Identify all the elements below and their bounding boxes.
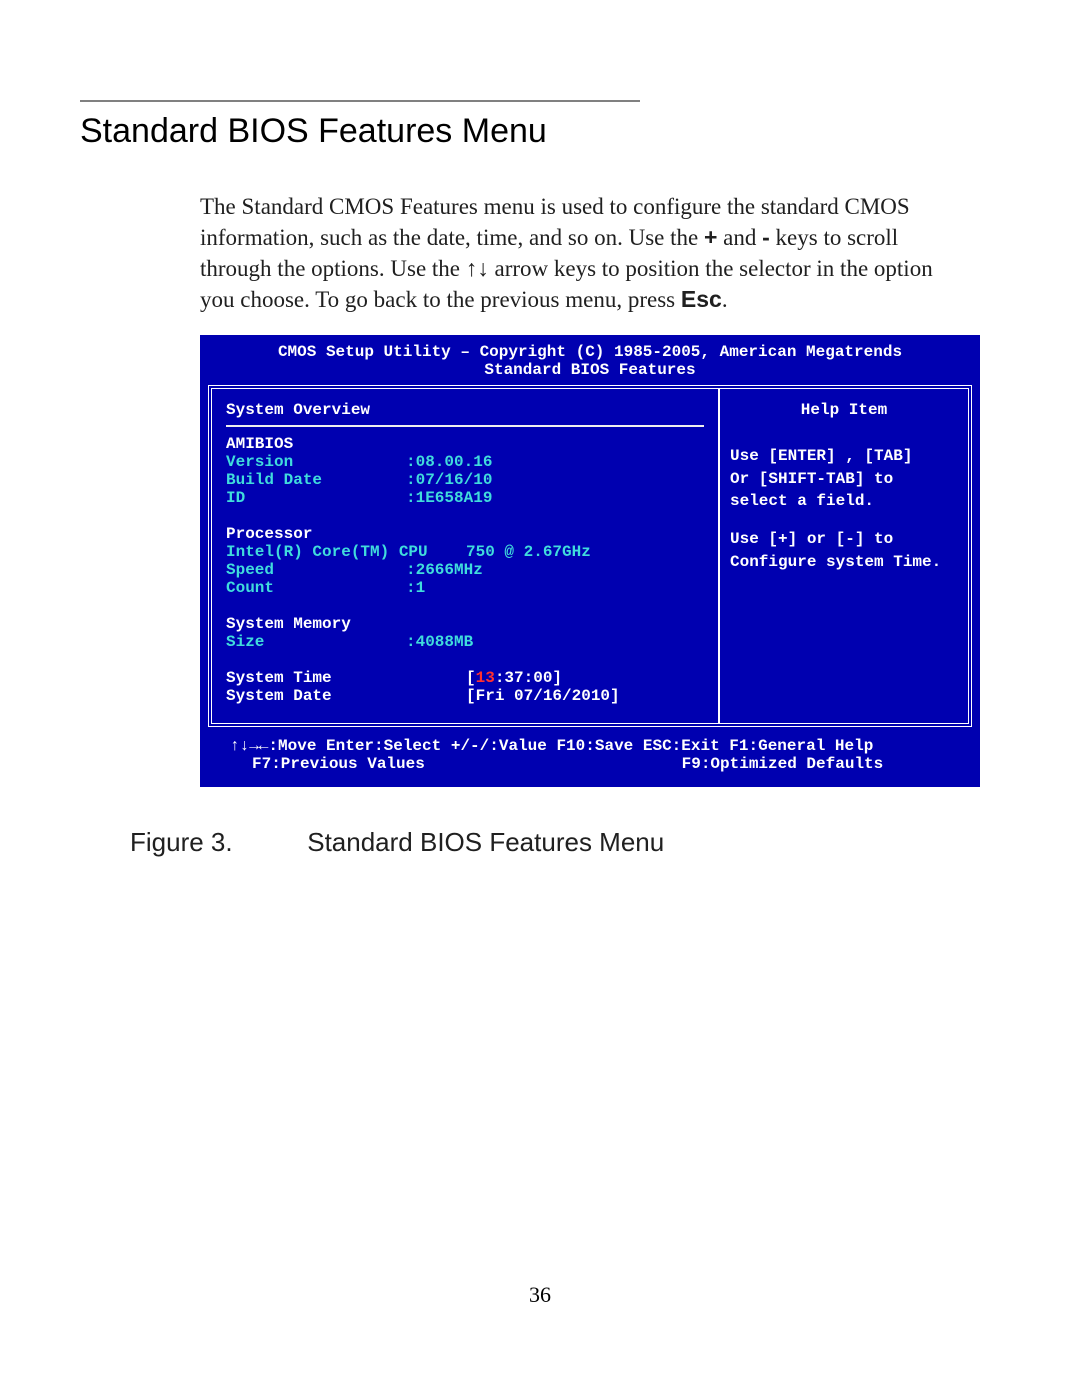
page-number: 36 bbox=[80, 1282, 1000, 1308]
speed-value: :2666MHz bbox=[406, 561, 483, 579]
id-value: :1E658A19 bbox=[406, 489, 492, 507]
intro-paragraph: The Standard CMOS Features menu is used … bbox=[200, 191, 960, 315]
system-overview-heading: System Overview bbox=[226, 401, 704, 419]
version-value: :08.00.16 bbox=[406, 453, 492, 471]
time-rest: :37:00 bbox=[495, 669, 553, 687]
bios-left-panel: System Overview AMIBIOS Version :08.00.1… bbox=[212, 389, 718, 723]
build-row: Build Date :07/16/10 bbox=[226, 471, 704, 489]
version-row: Version :08.00.16 bbox=[226, 453, 704, 471]
help-line-3: select a field. bbox=[730, 490, 958, 512]
cpu-label: Intel(R) Core(TM) CPU bbox=[226, 543, 466, 561]
figure-caption: Figure 3. Standard BIOS Features Menu bbox=[130, 827, 1000, 858]
help-line-5: Configure system Time. bbox=[730, 551, 958, 573]
spacer bbox=[226, 597, 704, 615]
help-line-1: Use [ENTER] , [TAB] bbox=[730, 445, 958, 467]
size-value: :4088MB bbox=[406, 633, 473, 651]
bios-help-panel: Help Item Use [ENTER] , [TAB] Or [SHIFT-… bbox=[718, 389, 968, 723]
spacer bbox=[226, 651, 704, 669]
system-time-value[interactable]: [13:37:00] bbox=[466, 669, 562, 687]
spacer bbox=[730, 512, 958, 528]
section-title: Standard BIOS Features Menu bbox=[80, 112, 1000, 151]
bios-inner: System Overview AMIBIOS Version :08.00.1… bbox=[208, 385, 972, 727]
esc-key: Esc bbox=[681, 286, 722, 312]
system-time-label: System Time bbox=[226, 669, 466, 687]
cpu-value: 750 @ 2.67GHz bbox=[466, 543, 591, 561]
figure-number: Figure 3. bbox=[130, 827, 300, 858]
footer-line1: ↑↓→←:Move Enter:Select +/-/:Value F10:Sa… bbox=[230, 737, 968, 755]
section-rule bbox=[80, 100, 640, 102]
minus-key: - bbox=[762, 224, 770, 250]
speed-label: Speed bbox=[226, 561, 406, 579]
figure-title: Standard BIOS Features Menu bbox=[307, 827, 664, 857]
help-line-4: Use [+] or [-] to bbox=[730, 528, 958, 550]
build-value: :07/16/10 bbox=[406, 471, 492, 489]
id-row: ID :1E658A19 bbox=[226, 489, 704, 507]
memory-heading: System Memory bbox=[226, 615, 704, 633]
system-date-value[interactable]: [Fri 07/16/2010] bbox=[466, 687, 620, 705]
bios-screen: CMOS Setup Utility – Copyright (C) 1985-… bbox=[200, 335, 980, 787]
bios-footer: ↑↓→←:Move Enter:Select +/-/:Value F10:Sa… bbox=[202, 727, 978, 785]
size-row: Size :4088MB bbox=[226, 633, 704, 651]
footer-line2: F7:Previous Values F9:Optimized Defaults bbox=[252, 755, 968, 773]
processor-heading: Processor bbox=[226, 525, 704, 543]
version-label: Version bbox=[226, 453, 406, 471]
count-value: :1 bbox=[406, 579, 425, 597]
help-line-2: Or [SHIFT-TAB] to bbox=[730, 468, 958, 490]
id-label: ID bbox=[226, 489, 406, 507]
para-frag-5: . bbox=[722, 287, 728, 312]
spacer bbox=[226, 507, 704, 525]
bios-header-line2: Standard BIOS Features bbox=[210, 361, 970, 379]
help-item-title: Help Item bbox=[730, 401, 958, 419]
system-date-label: System Date bbox=[226, 687, 466, 705]
count-label: Count bbox=[226, 579, 406, 597]
footer-f9: F9:Optimized Defaults bbox=[682, 755, 884, 773]
system-date-row[interactable]: System Date [Fri 07/16/2010] bbox=[226, 687, 704, 705]
plus-key: + bbox=[704, 224, 717, 250]
size-label: Size bbox=[226, 633, 406, 651]
para-frag-2: and bbox=[717, 225, 762, 250]
bios-header-line1: CMOS Setup Utility – Copyright (C) 1985-… bbox=[210, 343, 970, 361]
arrow-keys: ↑↓ bbox=[466, 255, 489, 281]
time-hh: 13 bbox=[476, 669, 495, 687]
date-value: Fri 07/16/2010 bbox=[476, 687, 610, 705]
build-label: Build Date bbox=[226, 471, 406, 489]
speed-row: Speed :2666MHz bbox=[226, 561, 704, 579]
count-row: Count :1 bbox=[226, 579, 704, 597]
footer-f7: F7:Previous Values bbox=[252, 755, 672, 773]
system-time-row[interactable]: System Time [13:37:00] bbox=[226, 669, 704, 687]
amibios-heading: AMIBIOS bbox=[226, 435, 704, 453]
bios-header: CMOS Setup Utility – Copyright (C) 1985-… bbox=[202, 337, 978, 385]
separator bbox=[226, 425, 704, 427]
cpu-row: Intel(R) Core(TM) CPU 750 @ 2.67GHz bbox=[226, 543, 704, 561]
